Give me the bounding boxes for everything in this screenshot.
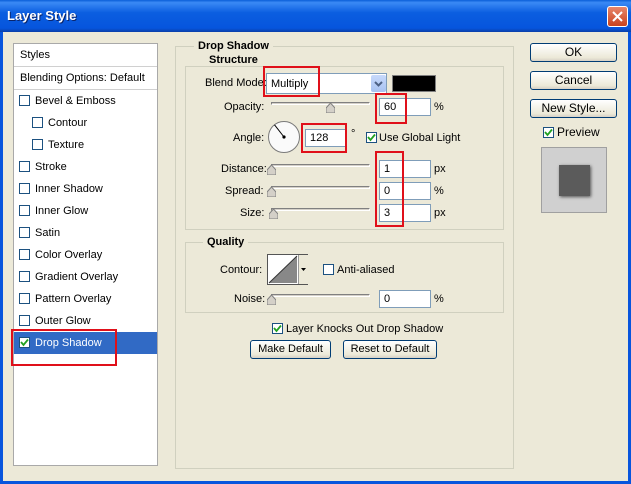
satin-checkbox[interactable] bbox=[19, 227, 30, 238]
annotation-angle bbox=[301, 123, 347, 153]
check-icon bbox=[273, 324, 282, 333]
quality-title: Quality bbox=[203, 236, 249, 248]
annotation-drop-shadow bbox=[11, 329, 117, 366]
layer-knocks-out-checkbox[interactable] bbox=[272, 323, 283, 334]
angle-unit: ° bbox=[351, 128, 356, 140]
size-slider-thumb[interactable] bbox=[269, 209, 278, 219]
style-item-pattern-overlay[interactable]: Pattern Overlay bbox=[14, 288, 157, 310]
use-global-light-checkbox[interactable] bbox=[366, 132, 377, 143]
style-item-stroke[interactable]: Stroke bbox=[14, 156, 157, 178]
spread-label: Spread: bbox=[225, 185, 264, 197]
styles-header[interactable]: Styles bbox=[14, 44, 157, 67]
preview-checkbox[interactable] bbox=[543, 127, 554, 138]
spread-unit: % bbox=[434, 185, 444, 197]
annotation-opacity bbox=[375, 93, 407, 124]
style-item-contour[interactable]: Contour bbox=[14, 112, 157, 134]
bevel-emboss-checkbox[interactable] bbox=[19, 95, 30, 106]
use-global-light-label: Use Global Light bbox=[379, 132, 461, 144]
style-preview bbox=[541, 147, 607, 213]
style-item-gradient-overlay[interactable]: Gradient Overlay bbox=[14, 266, 157, 288]
distance-slider-track[interactable] bbox=[271, 164, 370, 167]
outer-glow-checkbox[interactable] bbox=[19, 315, 30, 326]
caret-down-icon bbox=[301, 268, 306, 271]
spread-slider-track[interactable] bbox=[271, 186, 370, 189]
new-style-button[interactable]: New Style... bbox=[530, 99, 617, 118]
gradient-overlay-checkbox[interactable] bbox=[19, 271, 30, 282]
cancel-button[interactable]: Cancel bbox=[530, 71, 617, 90]
noise-label: Noise: bbox=[234, 293, 266, 305]
opacity-slider-thumb[interactable] bbox=[326, 103, 335, 113]
noise-input[interactable]: 0 bbox=[379, 290, 431, 308]
close-icon bbox=[612, 11, 623, 22]
contour-picker[interactable] bbox=[267, 254, 308, 285]
pattern-overlay-checkbox[interactable] bbox=[19, 293, 30, 304]
distance-slider-thumb[interactable] bbox=[267, 165, 276, 175]
reset-to-default-button[interactable]: Reset to Default bbox=[343, 340, 437, 359]
ok-button[interactable]: OK bbox=[530, 43, 617, 62]
noise-slider-thumb[interactable] bbox=[267, 295, 276, 305]
texture-checkbox[interactable] bbox=[32, 139, 43, 150]
quality-group bbox=[185, 242, 504, 313]
color-overlay-checkbox[interactable] bbox=[19, 249, 30, 260]
style-item-satin[interactable]: Satin bbox=[14, 222, 157, 244]
size-label: Size: bbox=[240, 207, 265, 219]
check-icon bbox=[544, 128, 553, 137]
anti-aliased-checkbox[interactable] bbox=[323, 264, 334, 275]
make-default-button[interactable]: Make Default bbox=[250, 340, 331, 359]
anti-aliased-label: Anti-aliased bbox=[337, 264, 395, 276]
size-unit: px bbox=[434, 207, 446, 219]
distance-unit: px bbox=[434, 163, 446, 175]
styles-list: Styles Blending Options: Default Bevel &… bbox=[13, 43, 158, 466]
opacity-slider-track[interactable] bbox=[271, 102, 370, 105]
layer-knocks-out-label: Layer Knocks Out Drop Shadow bbox=[286, 323, 444, 335]
angle-label: Angle: bbox=[233, 132, 265, 144]
size-slider-track[interactable] bbox=[271, 208, 370, 211]
blend-mode-label: Blend Mode: bbox=[205, 77, 267, 89]
spread-slider-thumb[interactable] bbox=[267, 187, 276, 197]
style-item-inner-glow[interactable]: Inner Glow bbox=[14, 200, 157, 222]
noise-unit: % bbox=[434, 293, 444, 305]
window-title: Layer Style bbox=[7, 8, 77, 23]
inner-glow-checkbox[interactable] bbox=[19, 205, 30, 216]
style-item-bevel-emboss[interactable]: Bevel & Emboss bbox=[14, 90, 157, 112]
noise-slider-track[interactable] bbox=[271, 294, 370, 297]
annotation-distance-spread-size bbox=[375, 151, 404, 227]
stroke-checkbox[interactable] bbox=[19, 161, 30, 172]
contour-curve-icon bbox=[268, 255, 298, 284]
preview-label: Preview bbox=[557, 125, 600, 139]
angle-dial[interactable] bbox=[267, 120, 301, 154]
shadow-color-swatch[interactable] bbox=[392, 75, 436, 92]
structure-title: Structure bbox=[205, 54, 262, 66]
blending-options-item[interactable]: Blending Options: Default bbox=[14, 67, 157, 90]
style-item-color-overlay[interactable]: Color Overlay bbox=[14, 244, 157, 266]
contour-checkbox[interactable] bbox=[32, 117, 43, 128]
opacity-label: Opacity: bbox=[224, 101, 265, 113]
opacity-unit: % bbox=[434, 101, 444, 113]
annotation-blend-mode bbox=[263, 66, 320, 97]
close-button[interactable] bbox=[607, 6, 628, 27]
contour-dropdown-button[interactable] bbox=[298, 255, 308, 284]
drop-shadow-title: Drop Shadow bbox=[194, 40, 273, 52]
title-bar bbox=[0, 0, 631, 32]
blend-mode-dropdown-button[interactable] bbox=[371, 75, 386, 92]
inner-shadow-checkbox[interactable] bbox=[19, 183, 30, 194]
check-icon bbox=[367, 133, 376, 142]
style-item-texture[interactable]: Texture bbox=[14, 134, 157, 156]
preview-swatch bbox=[559, 165, 590, 196]
distance-label: Distance: bbox=[221, 163, 267, 175]
style-item-inner-shadow[interactable]: Inner Shadow bbox=[14, 178, 157, 200]
chevron-down-icon bbox=[374, 81, 383, 87]
contour-label: Contour: bbox=[220, 264, 263, 276]
